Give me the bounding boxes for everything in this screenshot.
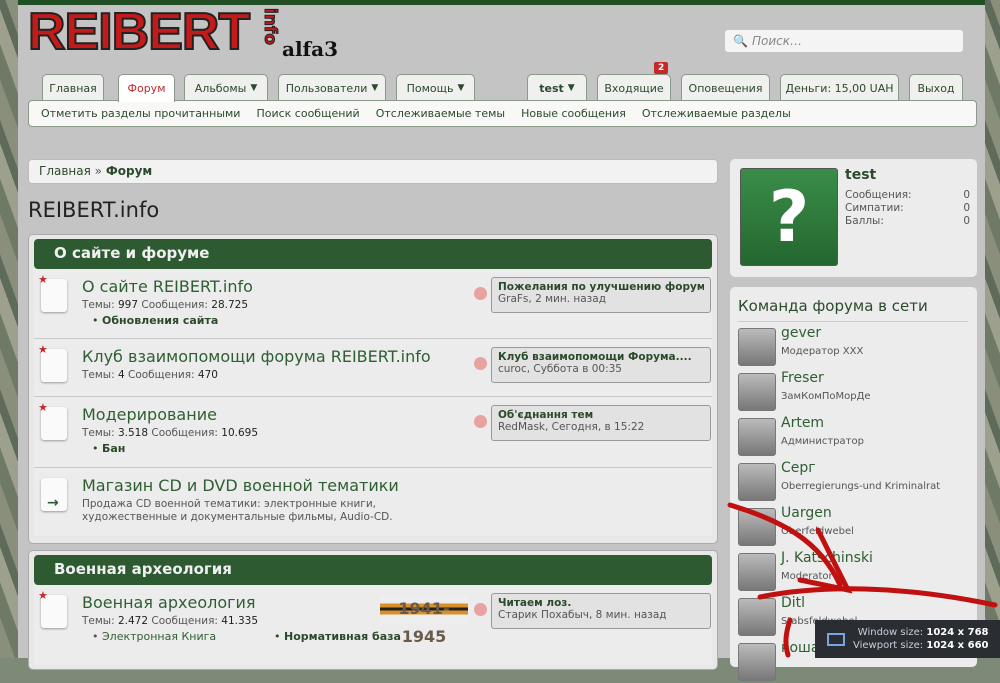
tab-label: Форум (127, 82, 166, 95)
window-icon (827, 632, 845, 646)
window-size-overlay: Window size: 1024 x 768 Viewport size: 1… (815, 620, 1000, 658)
tab-forum[interactable]: Форум (118, 74, 175, 102)
inbox-badge: 2 (654, 62, 669, 74)
